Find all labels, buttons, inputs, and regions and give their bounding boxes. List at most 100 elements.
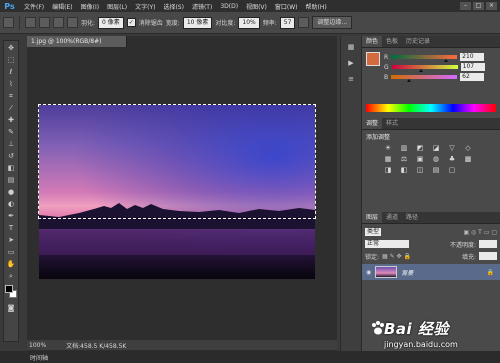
menu-view[interactable]: 视图(V) <box>242 2 271 11</box>
tab-layers[interactable]: 图层 <box>362 212 383 223</box>
fill-input[interactable] <box>479 252 497 260</box>
eye-icon[interactable]: ◉ <box>366 269 371 276</box>
green-slider[interactable] <box>391 65 458 72</box>
path-select-icon[interactable]: ➤ <box>5 235 17 245</box>
close-button[interactable]: × <box>486 2 497 10</box>
menu-3d[interactable]: 3D(D) <box>216 3 242 10</box>
layer-name: 背景 <box>401 269 414 277</box>
photo-filter-icon[interactable]: ▣ <box>414 155 426 163</box>
posterize-icon[interactable]: ◨ <box>382 166 394 174</box>
invert-icon[interactable]: ▩ <box>462 155 474 163</box>
selective-color-icon[interactable]: ◫ <box>414 166 426 174</box>
move-tool-icon[interactable]: ✥ <box>5 43 17 53</box>
dodge-tool-icon[interactable]: ◐ <box>5 199 17 209</box>
subtract-selection-icon[interactable] <box>53 17 64 28</box>
pen-pressure-icon[interactable] <box>298 17 310 28</box>
green-value-input[interactable]: 107 <box>460 63 485 71</box>
type-tool-icon[interactable]: T <box>5 223 17 233</box>
actions-panel-icon[interactable]: ▶ <box>345 58 357 68</box>
document-tab[interactable]: 1.jpg @ 100%(RGB/8#) <box>27 36 127 47</box>
history-brush-icon[interactable]: ↺ <box>5 151 17 161</box>
clone-stamp-icon[interactable]: ⊥ <box>5 139 17 149</box>
blend-mode-select[interactable]: 正常 <box>365 240 409 248</box>
hue-saturation-icon[interactable]: ◇ <box>462 144 474 152</box>
color-balance-icon[interactable]: ▦ <box>382 155 394 163</box>
color-lookup-icon[interactable]: ♣ <box>446 155 458 163</box>
new-selection-icon[interactable] <box>25 17 36 28</box>
menu-type[interactable]: 文字(Y) <box>131 2 159 11</box>
blue-slider[interactable] <box>391 75 458 82</box>
red-value-input[interactable]: 210 <box>460 53 485 61</box>
tab-history[interactable]: 历史记录 <box>402 36 434 47</box>
eyedropper-tool-icon[interactable]: ⁄ <box>5 103 17 113</box>
layer-item-background[interactable]: ◉ 背景 🔒 <box>362 264 500 280</box>
crop-tool-icon[interactable]: ⌗ <box>5 91 17 101</box>
curves-adjust-icon[interactable]: ◩ <box>414 144 426 152</box>
brightness-adjust-icon[interactable]: ☀ <box>382 144 394 152</box>
tab-swatches[interactable]: 色板 <box>382 36 402 47</box>
eraser-tool-icon[interactable]: ◧ <box>5 163 17 173</box>
quick-mask-icon[interactable]: ◙ <box>5 303 17 313</box>
color-spectrum-bar[interactable] <box>366 104 496 112</box>
pattern-fill-icon[interactable]: ▢ <box>446 166 458 174</box>
tab-styles[interactable]: 样式 <box>382 118 402 129</box>
blur-tool-icon[interactable]: ● <box>5 187 17 197</box>
menu-filter[interactable]: 滤镜(T) <box>188 2 216 11</box>
exposure-adjust-icon[interactable]: ◪ <box>430 144 442 152</box>
red-slider[interactable] <box>391 55 458 62</box>
tab-paths[interactable]: 路径 <box>402 212 422 223</box>
brush-tool-icon[interactable]: ✎ <box>5 127 17 137</box>
menu-layer[interactable]: 图层(L) <box>103 2 131 11</box>
opacity-input[interactable] <box>479 240 497 248</box>
blue-slider-thumb[interactable] <box>406 79 411 82</box>
shape-tool-icon[interactable]: ▭ <box>5 247 17 257</box>
menu-image[interactable]: 图像(I) <box>77 2 103 11</box>
intersect-selection-icon[interactable] <box>67 17 78 28</box>
menu-help[interactable]: 帮助(H) <box>302 2 331 11</box>
gradient-map-icon[interactable]: ▤ <box>430 166 442 174</box>
color-swatches[interactable] <box>5 285 17 299</box>
tab-color[interactable]: 颜色 <box>362 36 383 47</box>
properties-panel-icon[interactable]: ≡ <box>345 74 357 84</box>
vibrance-adjust-icon[interactable]: ▽ <box>446 144 458 152</box>
menu-select[interactable]: 选择(S) <box>159 2 188 11</box>
layer-kind-filter[interactable]: 类型 <box>365 228 382 236</box>
zoom-level[interactable]: 100% <box>29 342 46 349</box>
pen-tool-icon[interactable]: ✒ <box>5 211 17 221</box>
foreground-color-swatch[interactable] <box>5 285 13 293</box>
threshold-icon[interactable]: ◧ <box>398 166 410 174</box>
layer-blend-row: 正常 不透明度: <box>362 238 500 250</box>
black-white-icon[interactable]: ⚖ <box>398 155 410 163</box>
green-slider-thumb[interactable] <box>418 69 423 72</box>
lasso-tool-icon[interactable]: ℓ <box>5 67 17 77</box>
tab-adjustments[interactable]: 调整 <box>362 118 383 129</box>
refine-edge-button[interactable]: 调整边缘... <box>312 16 353 29</box>
zoom-tool-icon[interactable]: ⌕ <box>5 271 17 281</box>
levels-adjust-icon[interactable]: ▥ <box>398 144 410 152</box>
history-panel-icon[interactable]: ▦ <box>345 42 357 52</box>
antialias-checkbox[interactable]: ✓ <box>126 18 136 27</box>
contrast-input[interactable]: 10% <box>238 16 260 29</box>
menu-window[interactable]: 窗口(W) <box>271 2 302 11</box>
hand-tool-icon[interactable]: ✋ <box>5 259 17 269</box>
blue-value-input[interactable]: 62 <box>460 73 485 81</box>
menu-file[interactable]: 文件(F) <box>20 2 48 11</box>
maximize-button[interactable]: □ <box>473 2 484 10</box>
timeline-label[interactable]: 时间轴 <box>30 353 48 362</box>
tab-channels[interactable]: 通道 <box>382 212 402 223</box>
minimize-button[interactable]: – <box>460 2 471 10</box>
frequency-input[interactable]: 57 <box>279 16 296 29</box>
feather-input[interactable]: 0 像素 <box>98 16 124 29</box>
marquee-tool-icon[interactable]: ⬚ <box>5 55 17 65</box>
lock-icons[interactable]: ▦ ✎ ✥ 🔒 <box>382 253 411 260</box>
quick-select-tool-icon[interactable]: ⌇ <box>5 79 17 89</box>
gradient-tool-icon[interactable]: ▤ <box>5 175 17 185</box>
menu-edit[interactable]: 编辑(E) <box>48 2 76 11</box>
red-slider-thumb[interactable] <box>443 59 448 62</box>
lasso-tool-preset-icon[interactable] <box>3 17 14 28</box>
filter-icons[interactable]: ▣ ◎ T ▭ ▢ <box>463 229 497 236</box>
channel-mixer-icon[interactable]: ◍ <box>430 155 442 163</box>
width-input[interactable]: 10 像素 <box>182 16 213 29</box>
healing-brush-icon[interactable]: ✚ <box>5 115 17 125</box>
add-selection-icon[interactable] <box>39 17 50 28</box>
